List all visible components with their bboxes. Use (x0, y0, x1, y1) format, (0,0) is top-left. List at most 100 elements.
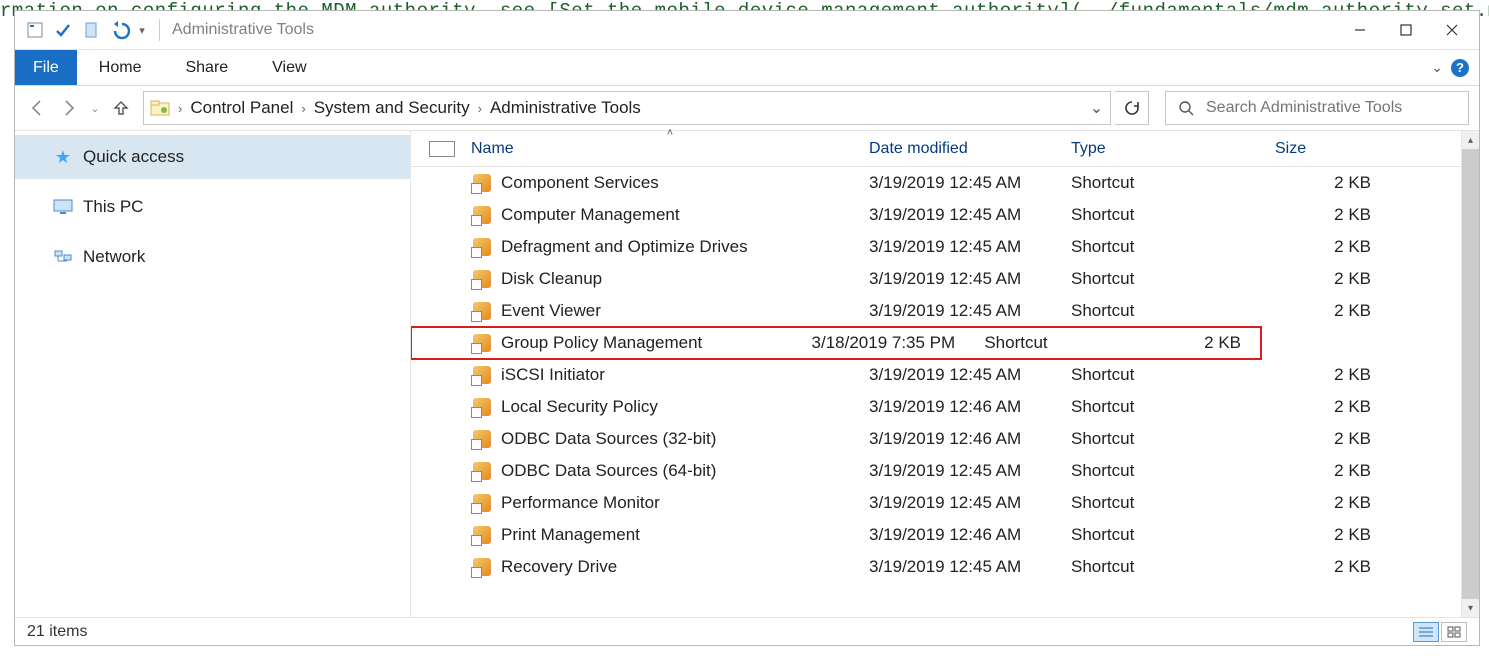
file-row[interactable]: Component Services3/19/2019 12:45 AMShor… (411, 167, 1461, 199)
star-icon: ★ (53, 147, 73, 167)
properties-icon[interactable] (23, 18, 47, 42)
ribbon-tab-share[interactable]: Share (163, 50, 250, 85)
file-type: Shortcut (1071, 301, 1275, 321)
refresh-button[interactable] (1115, 91, 1149, 125)
file-size: 2 KB (1275, 237, 1391, 257)
file-type: Shortcut (1071, 205, 1275, 225)
file-date: 3/19/2019 12:45 AM (869, 493, 1071, 513)
monitor-icon (53, 197, 73, 217)
crumb-admin-tools[interactable]: Administrative Tools (484, 92, 647, 124)
checkmark-icon[interactable] (51, 18, 75, 42)
shortcut-icon (471, 460, 493, 482)
file-date: 3/19/2019 12:45 AM (869, 205, 1071, 225)
file-row[interactable]: Print Management3/19/2019 12:46 AMShortc… (411, 519, 1461, 551)
help-icon[interactable]: ? (1451, 59, 1469, 77)
scroll-thumb[interactable] (1462, 149, 1479, 599)
file-type: Shortcut (1071, 269, 1275, 289)
details-view-button[interactable] (1413, 622, 1439, 642)
nav-this-pc[interactable]: This PC (15, 185, 410, 229)
address-bar[interactable]: › Control Panel › System and Security › … (143, 91, 1111, 125)
scroll-down-icon[interactable]: ▾ (1462, 599, 1479, 617)
file-explorer-window: ▾ Administrative Tools File Home Share V… (14, 10, 1480, 646)
nav-network[interactable]: Network (15, 235, 410, 279)
forward-button[interactable] (55, 94, 83, 122)
up-button[interactable] (107, 94, 135, 122)
explorer-body: ★ Quick access This PC Network (15, 130, 1479, 617)
recent-dropdown-icon[interactable]: ⌄ (87, 94, 103, 122)
file-size: 2 KB (1275, 301, 1391, 321)
file-name: Group Policy Management (501, 333, 702, 353)
column-header-type[interactable]: Type (1071, 140, 1275, 158)
ribbon-tab-view[interactable]: View (250, 50, 328, 85)
file-type: Shortcut (1071, 493, 1275, 513)
file-row[interactable]: ODBC Data Sources (64-bit)3/19/2019 12:4… (411, 455, 1461, 487)
file-size: 2 KB (1275, 493, 1391, 513)
file-row[interactable]: Disk Cleanup3/19/2019 12:45 AMShortcut2 … (411, 263, 1461, 295)
address-dropdown-icon[interactable]: ⌄ (1082, 92, 1110, 124)
title-bar: ▾ Administrative Tools (15, 11, 1479, 50)
folder-icon[interactable] (79, 18, 103, 42)
file-row[interactable]: Performance Monitor3/19/2019 12:45 AMSho… (411, 487, 1461, 519)
ribbon-tab-home[interactable]: Home (77, 50, 164, 85)
header-checkbox[interactable] (429, 141, 455, 157)
title-separator (159, 19, 160, 41)
status-bar: 21 items (15, 617, 1479, 645)
file-row[interactable]: Group Policy Management 3/18/2019 7:35 PM… (411, 327, 1261, 359)
file-date: 3/19/2019 12:45 AM (869, 173, 1071, 193)
file-row[interactable]: iSCSI Initiator3/19/2019 12:45 AMShortcu… (411, 359, 1461, 391)
file-row[interactable]: Defragment and Optimize Drives3/19/2019 … (411, 231, 1461, 263)
network-icon (53, 247, 73, 267)
breadcrumbs: › Control Panel › System and Security › … (176, 92, 1082, 124)
file-size: 2 KB (1159, 333, 1261, 353)
shortcut-icon (471, 556, 493, 578)
shortcut-icon (471, 524, 493, 546)
crumb-chevron-icon[interactable]: › (299, 101, 307, 116)
file-type: Shortcut (984, 333, 1159, 353)
nav-label: This PC (83, 197, 143, 217)
file-type: Shortcut (1071, 557, 1275, 577)
crumb-chevron-icon[interactable]: › (176, 101, 184, 116)
file-size: 2 KB (1275, 429, 1391, 449)
file-date: 3/19/2019 12:45 AM (869, 301, 1071, 321)
thumbnails-view-button[interactable] (1441, 622, 1467, 642)
file-row[interactable]: Event Viewer3/19/2019 12:45 AMShortcut2 … (411, 295, 1461, 327)
file-row[interactable]: Computer Management3/19/2019 12:45 AMSho… (411, 199, 1461, 231)
file-date: 3/18/2019 7:35 PM (812, 333, 985, 353)
qat-dropdown-icon[interactable]: ▾ (135, 18, 149, 42)
ribbon-collapse-icon[interactable]: ⌄ (1431, 59, 1443, 76)
minimize-button[interactable] (1337, 15, 1383, 45)
file-date: 3/19/2019 12:46 AM (869, 429, 1071, 449)
scroll-up-icon[interactable]: ▴ (1462, 131, 1479, 149)
shortcut-icon (471, 172, 493, 194)
shortcut-icon (471, 428, 493, 450)
column-header-size[interactable]: Size (1275, 140, 1391, 158)
vertical-scrollbar[interactable]: ▴ ▾ (1461, 131, 1479, 617)
maximize-button[interactable] (1383, 15, 1429, 45)
close-button[interactable] (1429, 15, 1475, 45)
undo-icon[interactable] (107, 18, 131, 42)
column-headers: ˄ Name Date modified Type Size (411, 131, 1479, 167)
file-type: Shortcut (1071, 429, 1275, 449)
crumb-chevron-icon[interactable]: › (476, 101, 484, 116)
file-size: 2 KB (1275, 557, 1391, 577)
file-date: 3/19/2019 12:46 AM (869, 397, 1071, 417)
back-button[interactable] (23, 94, 51, 122)
search-input[interactable] (1204, 98, 1456, 118)
sort-ascending-icon: ˄ (667, 127, 673, 139)
file-date: 3/19/2019 12:45 AM (869, 557, 1071, 577)
column-header-date[interactable]: Date modified (869, 140, 1071, 158)
crumb-system-security[interactable]: System and Security (308, 92, 476, 124)
file-row[interactable]: Recovery Drive3/19/2019 12:45 AMShortcut… (411, 551, 1461, 583)
crumb-control-panel[interactable]: Control Panel (184, 92, 299, 124)
file-row[interactable]: ODBC Data Sources (32-bit)3/19/2019 12:4… (411, 423, 1461, 455)
file-name: ODBC Data Sources (64-bit) (501, 461, 716, 481)
file-date: 3/19/2019 12:45 AM (869, 269, 1071, 289)
ribbon-file-tab[interactable]: File (15, 50, 77, 85)
content-pane: ˄ Name Date modified Type Size Component… (411, 131, 1479, 617)
search-box[interactable] (1165, 91, 1469, 125)
file-name: Defragment and Optimize Drives (501, 237, 748, 257)
nav-quick-access[interactable]: ★ Quick access (15, 135, 410, 179)
file-row[interactable]: Local Security Policy3/19/2019 12:46 AMS… (411, 391, 1461, 423)
column-header-name[interactable]: ˄ Name (471, 140, 869, 158)
shortcut-icon (471, 236, 493, 258)
